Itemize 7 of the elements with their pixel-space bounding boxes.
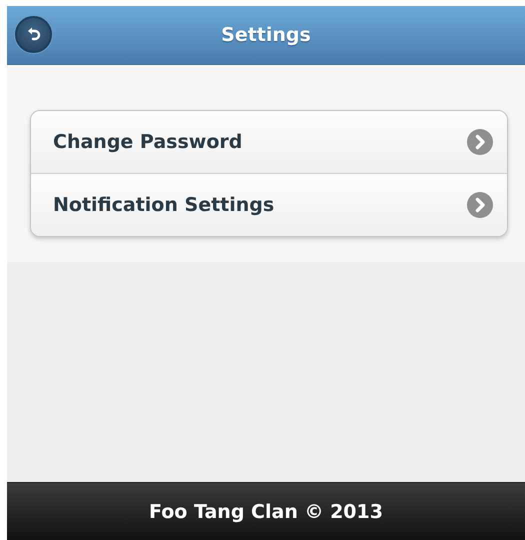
chevron-icon [467,129,493,155]
page-title: Settings [221,24,311,46]
settings-item[interactable]: Change Password [31,111,507,173]
copyright-text: Foo Tang Clan © 2013 [149,500,383,522]
settings-item[interactable]: Notification Settings [31,173,507,236]
chevron-icon [467,192,493,218]
back-button[interactable] [15,16,52,53]
